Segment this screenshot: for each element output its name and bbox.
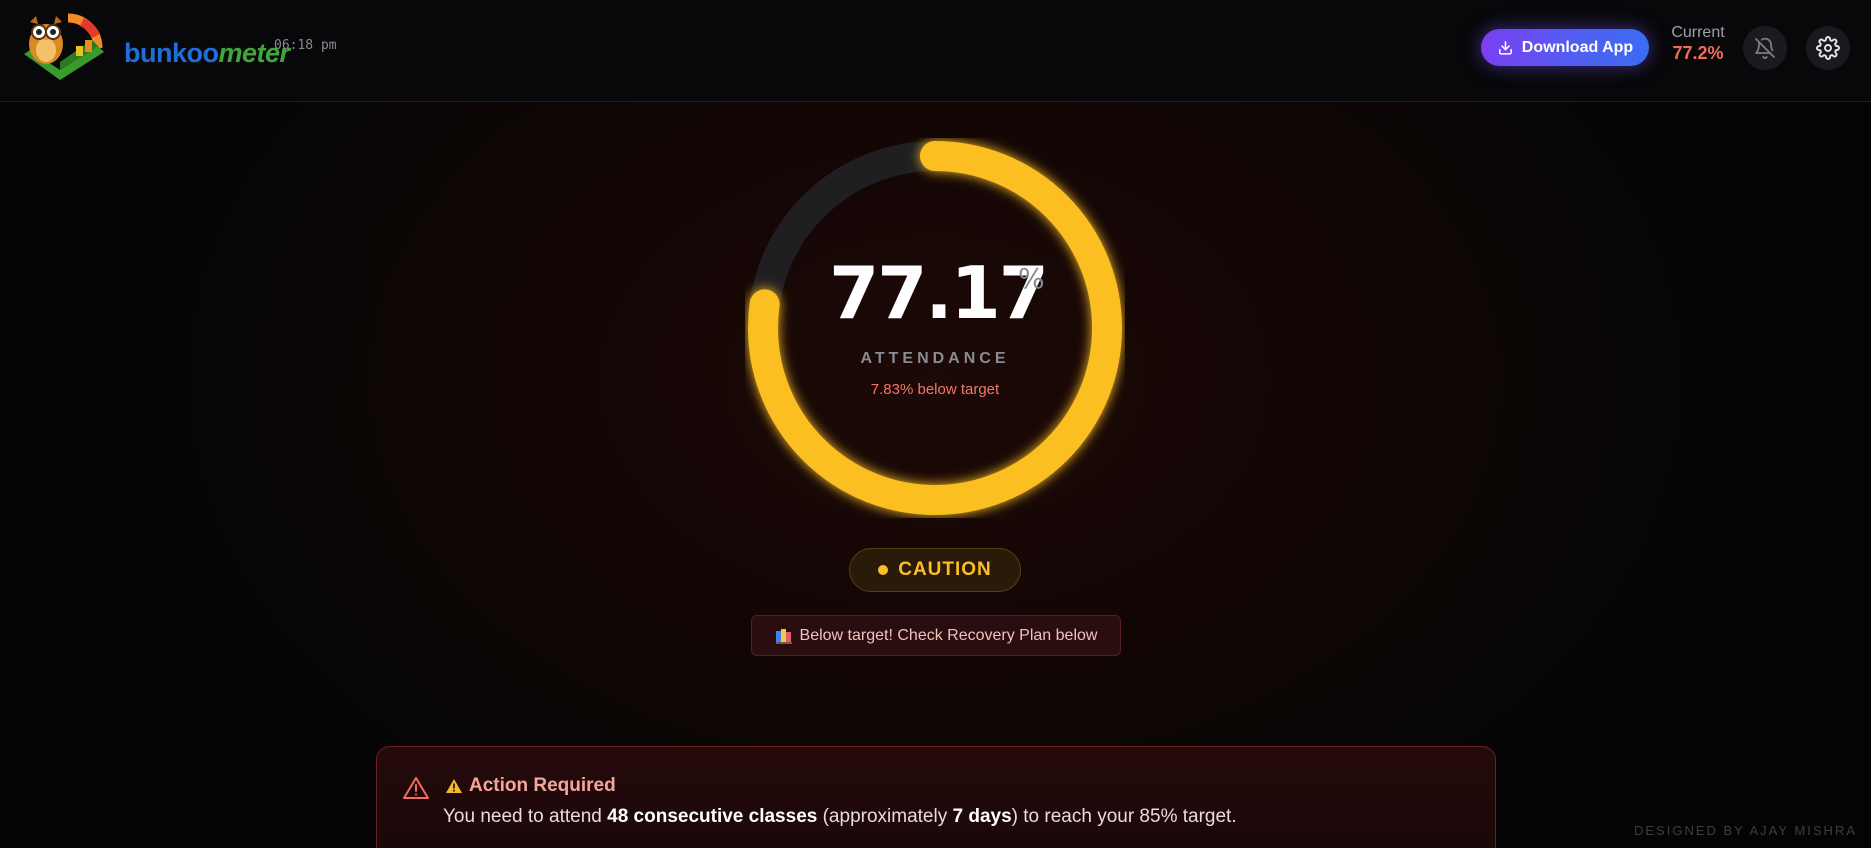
action-required-card: Action Required You need to attend 48 co…: [376, 746, 1496, 848]
owl-logo-icon: [24, 13, 104, 80]
bunkoometer-logo[interactable]: bunkoometer: [20, 10, 290, 82]
logo-text-bunkoo: bunkoo: [124, 38, 219, 68]
recovery-hint-text: Below target! Check Recovery Plan below: [799, 626, 1098, 644]
status-dot: [878, 565, 889, 575]
status-badge: CAUTION: [849, 548, 1021, 592]
current-value: 77.2%: [1672, 43, 1724, 63]
current-attendance: Current 77.2%: [1666, 24, 1730, 64]
warning-emoji-icon: [446, 779, 462, 793]
books-icon: [775, 628, 792, 644]
attendance-value: 77.17: [829, 251, 1049, 335]
settings-button[interactable]: [1806, 26, 1850, 70]
gauge-center: 77.17 % ATTENDANCE 7.83% below target: [745, 138, 1125, 518]
notifications-toggle-button[interactable]: [1743, 26, 1787, 70]
designer-credit: DESIGNED BY AJAY MISHRA: [1634, 823, 1857, 838]
action-text-part3: ) to reach your 85% target.: [1011, 806, 1237, 827]
percent-sign: %: [1018, 262, 1045, 295]
download-icon: [1498, 41, 1512, 55]
logo-wordmark: bunkoometer: [124, 38, 290, 69]
top-header: bunkoometer 06:18 pm Download App Curren…: [0, 0, 1871, 102]
download-app-label: Download App: [1521, 38, 1634, 56]
clock-time: 06:18 pm: [274, 38, 337, 53]
required-classes: 48 consecutive classes: [607, 806, 818, 827]
action-required-title: Action Required: [445, 775, 616, 797]
status-badge-label: CAUTION: [898, 559, 992, 580]
below-target-text: 7.83% below target: [870, 381, 1000, 398]
recovery-hint[interactable]: Below target! Check Recovery Plan below: [751, 615, 1121, 656]
warning-triangle-icon: [403, 777, 429, 799]
action-text-part1: You need to attend: [443, 806, 608, 827]
action-required-label: Action Required: [469, 775, 616, 796]
attendance-percentage: 77.17: [745, 251, 1125, 335]
current-label: Current: [1671, 24, 1725, 41]
action-required-text: You need to attend 48 consecutive classe…: [443, 806, 1237, 828]
download-app-button[interactable]: Download App: [1481, 29, 1649, 66]
attendance-gauge: 77.17 % ATTENDANCE 7.83% below target: [745, 138, 1125, 518]
bell-off-icon: [1755, 37, 1775, 59]
required-days: 7 days: [952, 806, 1012, 827]
gear-icon: [1816, 36, 1840, 60]
app-page: bunkoometer 06:18 pm Download App Curren…: [0, 0, 1871, 848]
attendance-label: ATTENDANCE: [860, 350, 1010, 367]
action-text-part2: (approximately: [817, 806, 953, 827]
